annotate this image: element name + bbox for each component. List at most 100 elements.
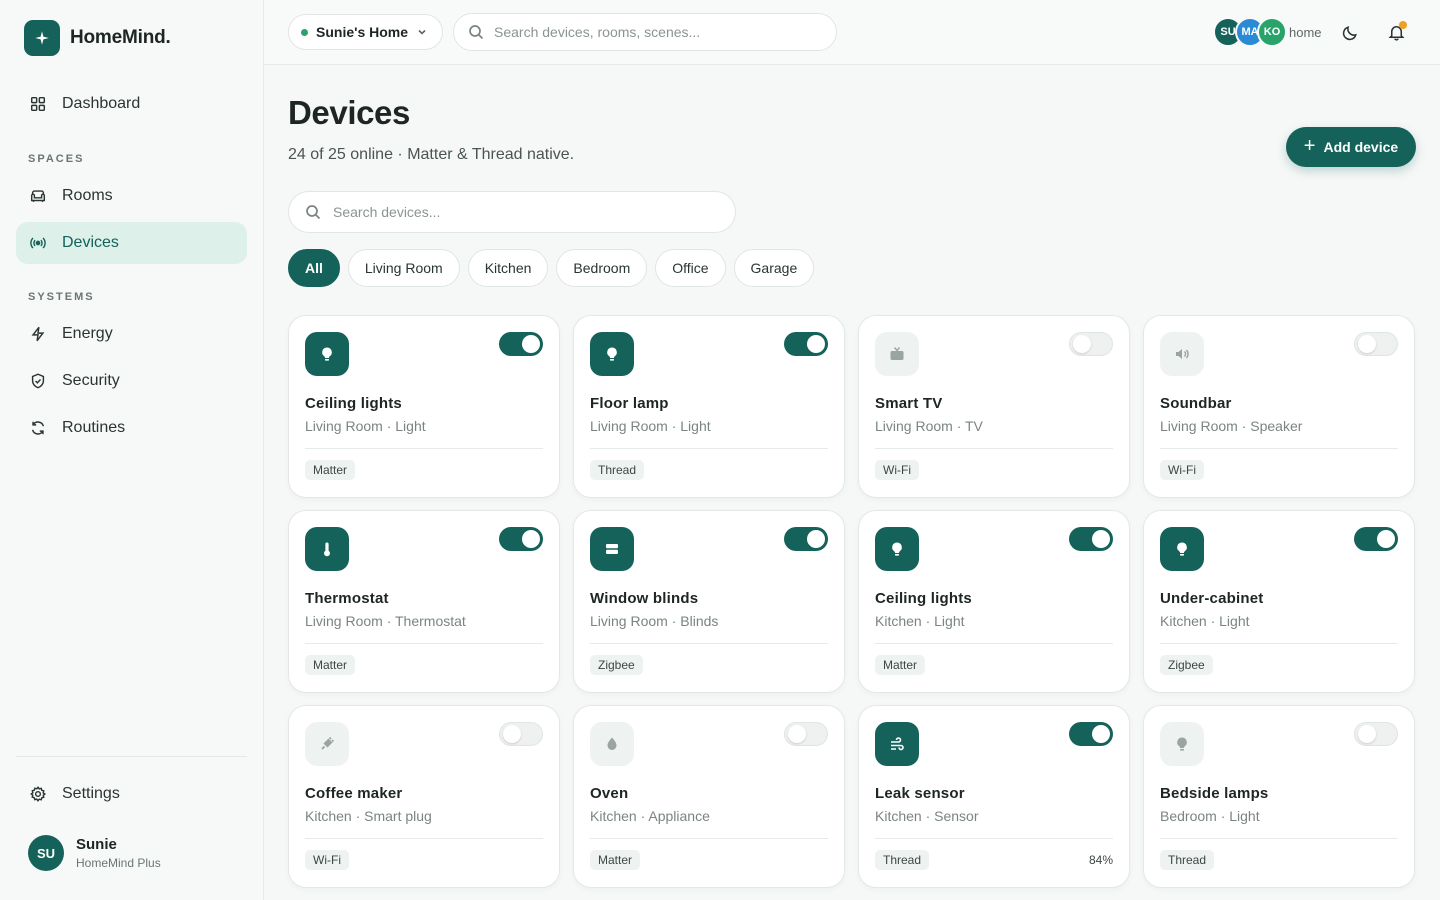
device-name: Soundbar: [1160, 395, 1232, 412]
power-toggle[interactable]: [1069, 722, 1113, 746]
device-meta: Living Room · Light: [590, 418, 711, 434]
theme-toggle-button[interactable]: [1338, 20, 1362, 44]
device-meta: Kitchen · Smart plug: [305, 808, 432, 824]
card-divider: [305, 838, 543, 839]
device-card[interactable]: Ceiling lights Kitchen · Light Matter: [858, 510, 1130, 693]
device-card[interactable]: Window blinds Living Room · Blinds Zigbee: [573, 510, 845, 693]
power-toggle[interactable]: [784, 722, 828, 746]
user-name: Sunie: [76, 836, 117, 853]
notifications-button[interactable]: [1384, 20, 1408, 44]
sidebar-item-devices[interactable]: Devices: [16, 222, 247, 264]
filter-chip-all[interactable]: All: [288, 249, 340, 287]
lightning-icon: [28, 324, 48, 344]
household-members[interactable]: SU MA KO home: [1213, 17, 1322, 47]
brand[interactable]: HomeMind.: [24, 20, 171, 56]
sidebar-item-label: Devices: [62, 234, 119, 251]
protocol-badge: Matter: [305, 460, 356, 480]
toggle-knob: [1073, 335, 1091, 353]
sidebar-item-settings[interactable]: Settings: [16, 773, 247, 815]
room-filter-chips: All Living Room Kitchen Bedroom Office Garage: [288, 249, 815, 287]
power-toggle[interactable]: [1354, 527, 1398, 551]
blinds-icon: [590, 527, 634, 571]
device-meta: Kitchen · Light: [1160, 613, 1250, 629]
sidebar-item-label: Energy: [62, 325, 113, 342]
toggle-knob: [807, 530, 825, 548]
protocol-badge: Thread: [875, 850, 930, 870]
filter-chip-office[interactable]: Office: [655, 249, 726, 287]
filter-chip-bedroom[interactable]: Bedroom: [556, 249, 648, 287]
sidebar-divider: [16, 756, 247, 757]
device-card[interactable]: Coffee maker Kitchen · Smart plug Wi-Fi: [288, 705, 560, 888]
sidebar-item-label: Security: [62, 372, 120, 389]
power-toggle[interactable]: [499, 332, 543, 356]
device-search-input[interactable]: [333, 204, 653, 220]
device-name: Coffee maker: [305, 785, 403, 802]
chevron-down-icon: [418, 29, 426, 35]
sidebar-item-routines[interactable]: Routines: [16, 407, 247, 449]
bulb-icon: [305, 332, 349, 376]
device-card[interactable]: Ceiling lights Living Room · Light Matter: [288, 315, 560, 498]
add-device-button[interactable]: + Add device: [1286, 127, 1416, 167]
device-name: Oven: [590, 785, 629, 802]
device-name: Floor lamp: [590, 395, 669, 412]
card-divider: [590, 838, 828, 839]
protocol-badge: Thread: [1160, 850, 1215, 870]
page-subtitle: 24 of 25 online · Matter & Thread native…: [288, 146, 575, 163]
device-name: Smart TV: [875, 395, 943, 412]
refresh-icon: [28, 418, 48, 438]
sidebar-item-security[interactable]: Security: [16, 360, 247, 402]
power-toggle[interactable]: [499, 722, 543, 746]
power-toggle[interactable]: [1354, 722, 1398, 746]
device-card[interactable]: Smart TV Living Room · TV Wi-Fi: [858, 315, 1130, 498]
moon-icon: [1342, 25, 1357, 40]
card-divider: [305, 643, 543, 644]
filter-chip-living-room[interactable]: Living Room: [347, 249, 460, 287]
sidebar-item-dashboard[interactable]: Dashboard: [16, 83, 247, 125]
device-meta: Living Room · Blinds: [590, 613, 719, 629]
protocol-badge: Matter: [590, 850, 641, 870]
power-toggle[interactable]: [1069, 332, 1113, 356]
flame-icon: [590, 722, 634, 766]
toggle-knob: [522, 530, 540, 548]
add-device-label: Add device: [1323, 139, 1399, 155]
sofa-icon: [28, 186, 48, 206]
filter-chip-kitchen[interactable]: Kitchen: [467, 249, 549, 287]
user-plan: HomeMind Plus: [76, 856, 161, 870]
device-card[interactable]: Under-cabinet Kitchen · Light Zigbee: [1143, 510, 1415, 693]
protocol-badge: Matter: [875, 655, 926, 675]
user-profile[interactable]: SU Sunie HomeMind Plus: [28, 835, 161, 871]
power-toggle[interactable]: [499, 527, 543, 551]
home-selector[interactable]: Sunie's Home: [288, 14, 444, 50]
notification-badge: [1399, 21, 1407, 29]
global-search-input[interactable]: [494, 24, 814, 40]
power-toggle[interactable]: [1069, 527, 1113, 551]
card-divider: [305, 448, 543, 449]
card-divider: [1160, 838, 1398, 839]
search-icon: [306, 205, 321, 220]
device-card[interactable]: Floor lamp Living Room · Light Thread: [573, 315, 845, 498]
toggle-knob: [1377, 530, 1395, 548]
device-meta: Living Room · Thermostat: [305, 613, 466, 629]
filter-chip-garage[interactable]: Garage: [733, 249, 815, 287]
device-name: Bedside lamps: [1160, 785, 1269, 802]
device-card[interactable]: Thermostat Living Room · Thermostat Matter: [288, 510, 560, 693]
card-divider: [590, 448, 828, 449]
topbar: Sunie's Home SU MA KO home: [264, 0, 1440, 65]
device-name: Window blinds: [590, 590, 699, 607]
device-card[interactable]: Oven Kitchen · Appliance Matter: [573, 705, 845, 888]
grid-icon: [28, 94, 48, 114]
bulb-icon: [1160, 722, 1204, 766]
card-divider: [1160, 448, 1398, 449]
bulb-icon: [875, 527, 919, 571]
power-toggle[interactable]: [784, 332, 828, 356]
sidebar-item-energy[interactable]: Energy: [16, 313, 247, 355]
protocol-badge: Zigbee: [1160, 655, 1213, 675]
device-card[interactable]: Bedside lamps Bedroom · Light Thread: [1143, 705, 1415, 888]
power-toggle[interactable]: [784, 527, 828, 551]
toggle-knob: [522, 335, 540, 353]
device-card[interactable]: Soundbar Living Room · Speaker Wi-Fi: [1143, 315, 1415, 498]
power-toggle[interactable]: [1354, 332, 1398, 356]
sidebar: HomeMind. Dashboard SPACES Rooms Devices…: [0, 0, 264, 900]
device-card[interactable]: Leak sensor Kitchen · Sensor Thread 84%: [858, 705, 1130, 888]
sidebar-item-rooms[interactable]: Rooms: [16, 175, 247, 217]
